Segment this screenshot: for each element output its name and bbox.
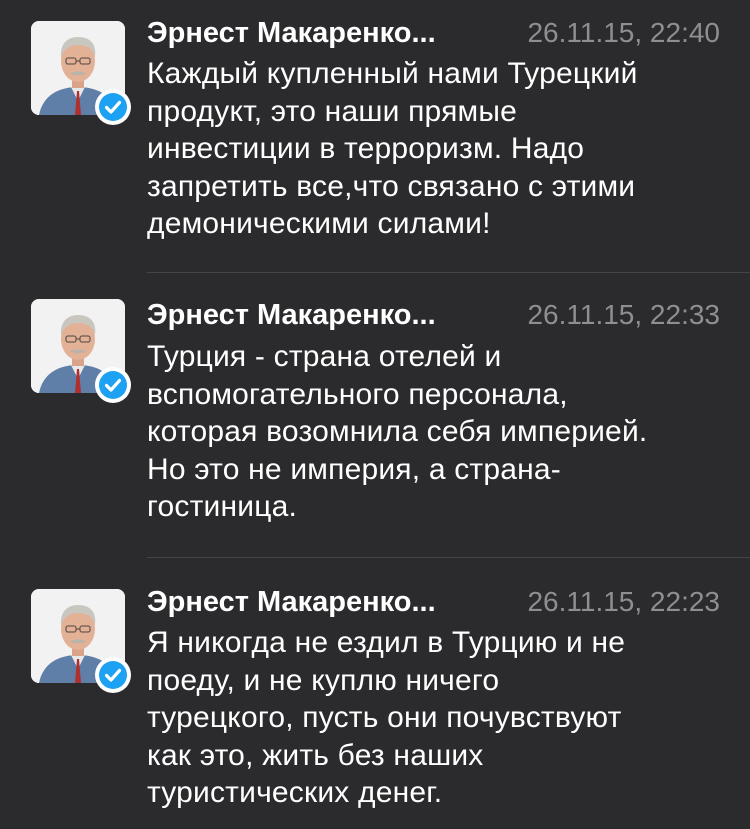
avatar-container[interactable] (31, 299, 131, 403)
verified-badge-icon (99, 371, 127, 399)
tweet-text-line: инвестиции в терроризм. Надо (147, 132, 585, 165)
timestamp: 26.11.15, 22:33 (527, 299, 720, 330)
tweet-header: Эрнест Макаренко... 26.11.15, 22:23 (147, 583, 720, 623)
tweet-item[interactable]: Эрнест Макаренко... 26.11.15, 22:23 Я ни… (0, 558, 750, 829)
author-name[interactable]: Эрнест Макаренко... (147, 14, 472, 52)
tweet-item[interactable]: Эрнест Макаренко... 26.11.15, 22:33 Турц… (0, 273, 750, 557)
tweet-text-line: запретить все,что связано с этими (147, 169, 636, 203)
tweet-text-line: как это, жить без наших (147, 738, 484, 772)
tweet-text: Турция - страна отелей и вспомогательног… (147, 338, 722, 526)
tweet-item[interactable]: Эрнест Макаренко... 26.11.15, 22:40 Кажд… (0, 0, 750, 272)
tweet-text-line: продукт, это наши прямые (147, 94, 518, 128)
tweet-feed: Эрнест Макаренко... 26.11.15, 22:40 Кажд… (0, 0, 750, 829)
tweet-text-line: Но это не империя, а страна- (147, 452, 561, 486)
verified-badge-icon (99, 661, 127, 689)
tweet-text-line: вспомогательного персонала, (147, 377, 568, 411)
tweet-text-line: поеду, и не куплю ничего (147, 663, 500, 697)
tweet-text-line: демоническими силами! (147, 207, 491, 240)
tweet-text-line: гостиница. (147, 490, 297, 523)
verified-badge (95, 89, 131, 125)
tweet-text-line: Турция - страна отелей и (147, 340, 502, 373)
tweet-text-line: Каждый купленный нами Турецкий (147, 57, 638, 90)
tweet-text-line: Я никогда не ездил в Турцию и не (147, 626, 626, 659)
timestamp: 26.11.15, 22:23 (527, 586, 720, 617)
verified-badge (95, 657, 131, 693)
tweet-text-line: туристических денег. (147, 776, 443, 809)
tweet-text-line: которая возомнила себя империей. (147, 415, 648, 448)
tweet-text: Каждый купленный нами Турецкий продукт, … (147, 55, 722, 243)
verified-badge (95, 367, 131, 403)
timestamp: 26.11.15, 22:40 (527, 17, 720, 48)
tweet-header: Эрнест Макаренко... 26.11.15, 22:33 (147, 296, 720, 336)
tweet-text-line: турецкого, пусть они почувствуют (147, 701, 622, 734)
tweet-text: Я никогда не ездил в Турцию и не поеду, … (147, 624, 722, 812)
avatar-container[interactable] (31, 589, 131, 693)
author-name[interactable]: Эрнест Макаренко... (147, 583, 472, 621)
tweet-header: Эрнест Макаренко... 26.11.15, 22:40 (147, 14, 720, 54)
verified-badge-icon (99, 93, 127, 121)
avatar-container[interactable] (31, 21, 131, 125)
author-name[interactable]: Эрнест Макаренко... (147, 296, 472, 334)
